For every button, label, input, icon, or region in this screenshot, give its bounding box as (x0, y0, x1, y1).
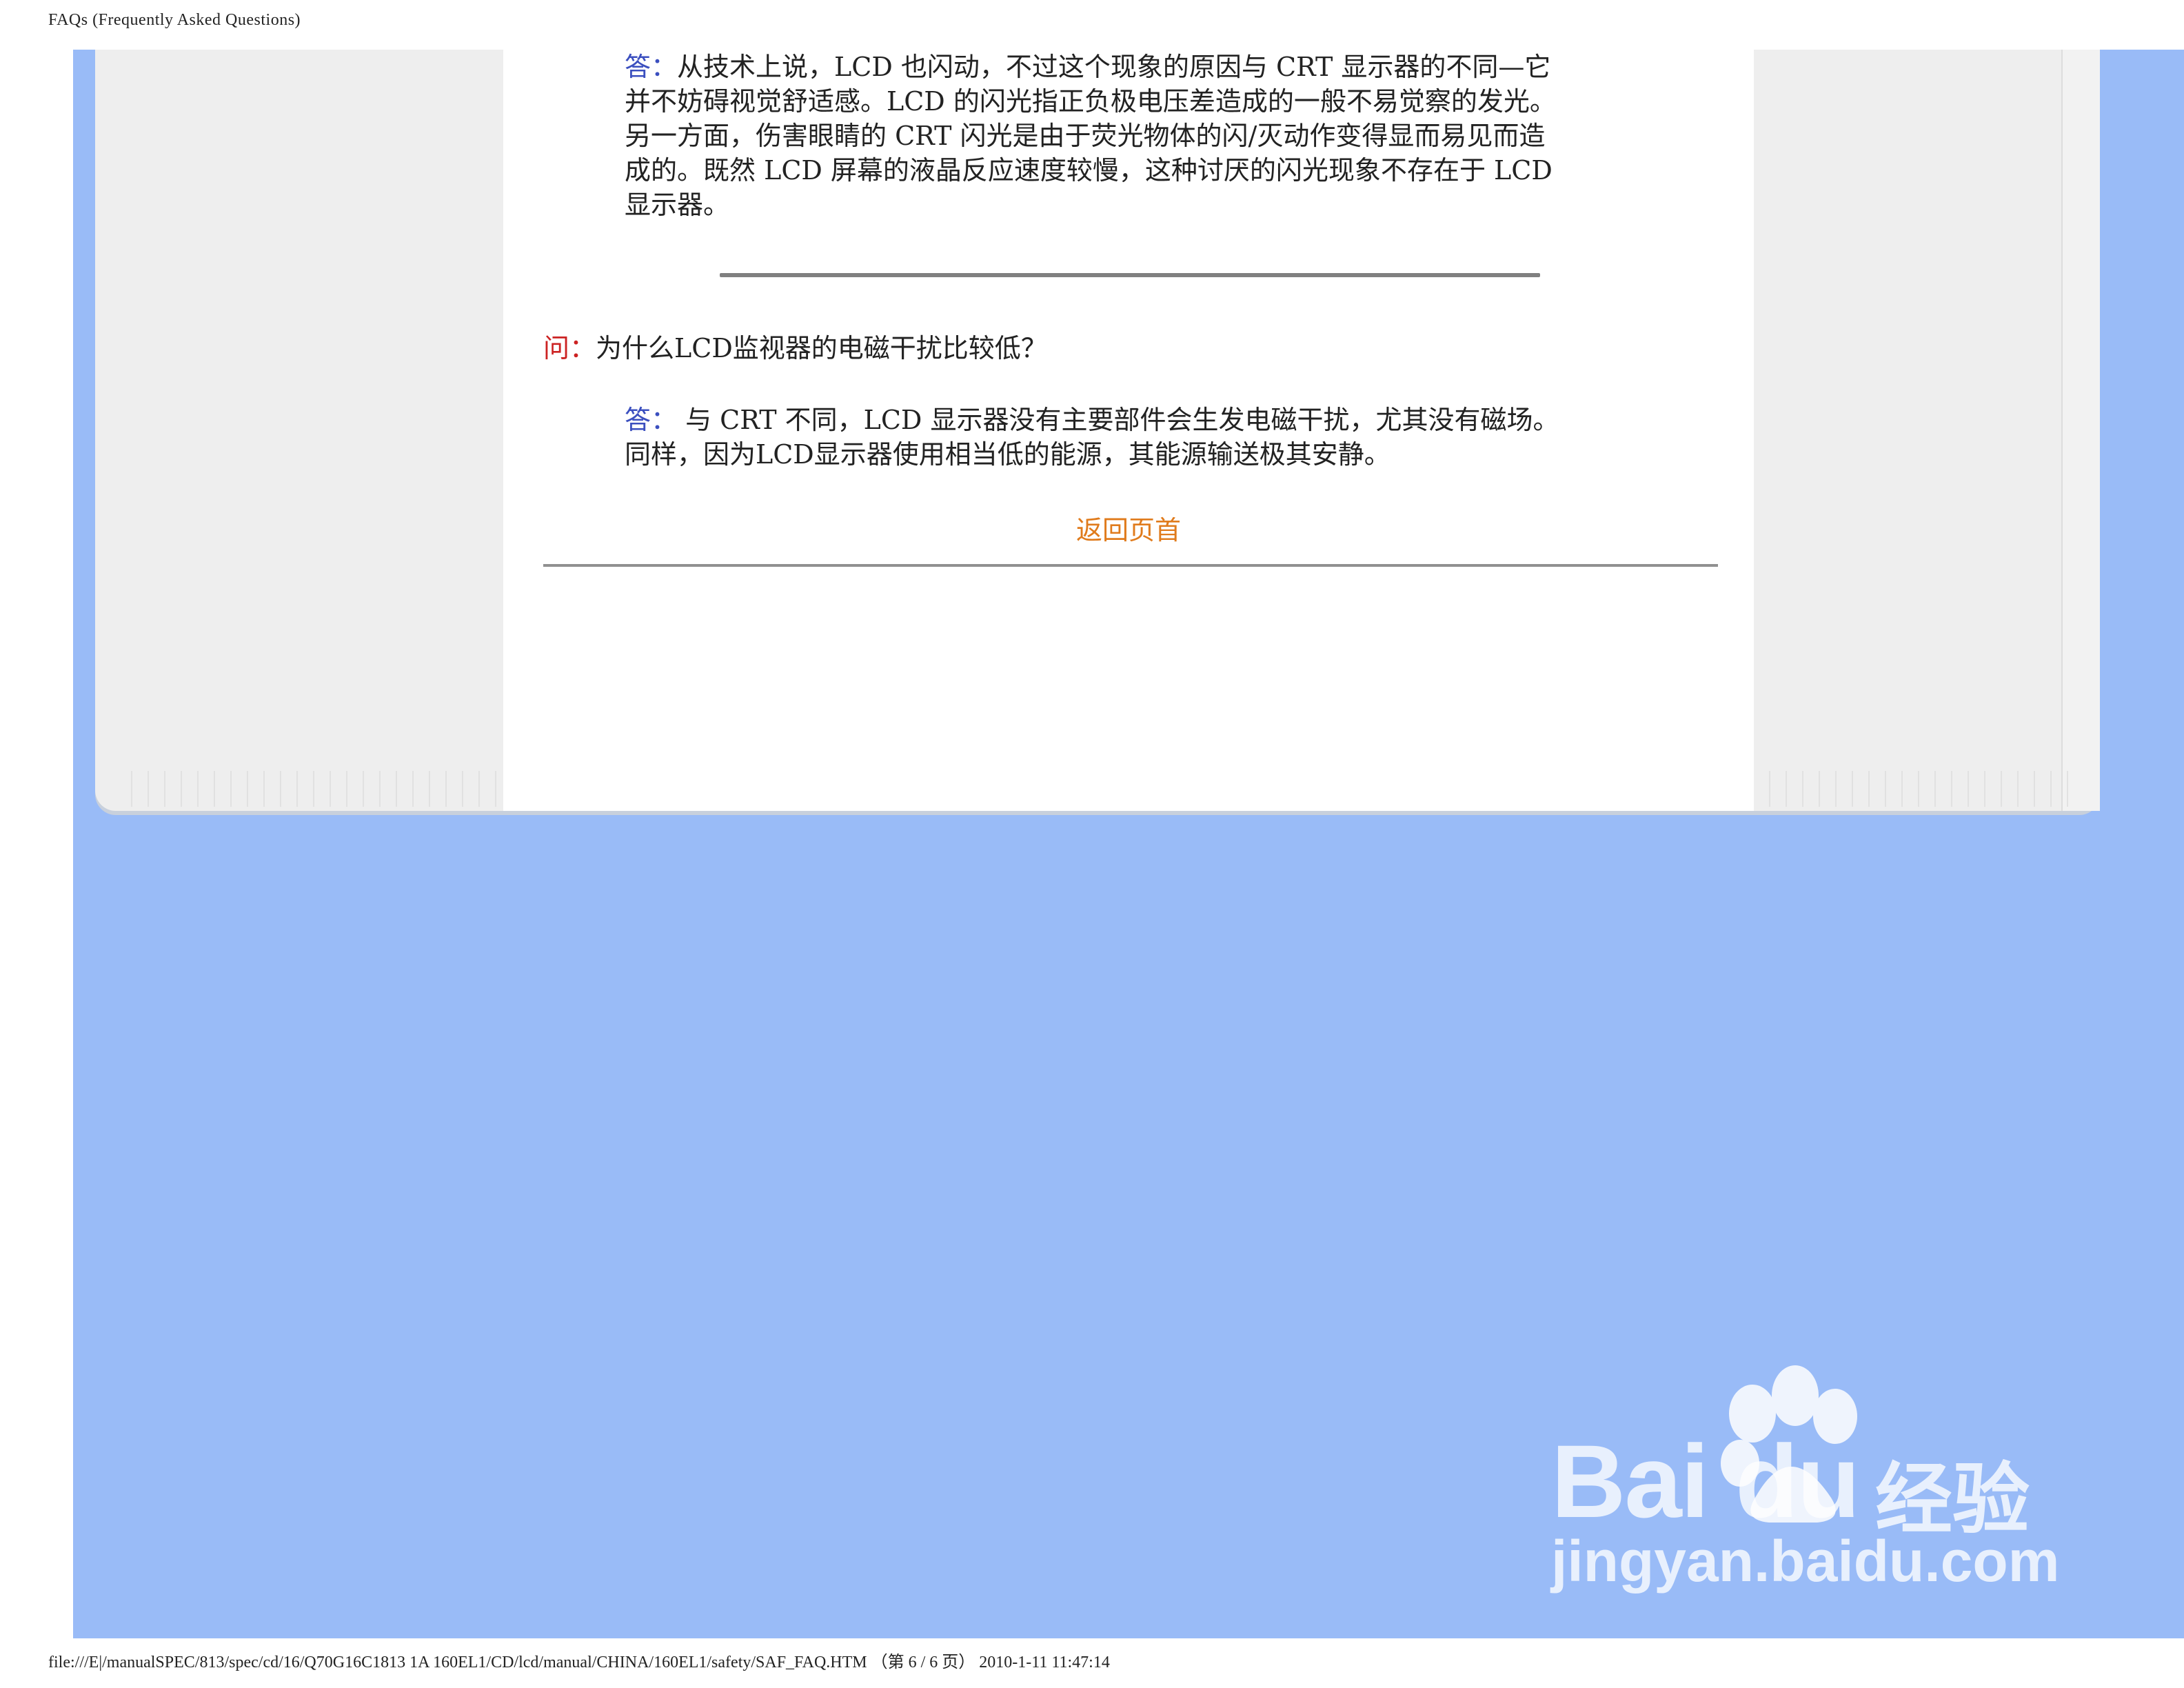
answer-1-line-5: 显示器。 (625, 190, 730, 220)
answer-1-text-1: 从技术上说，LCD 也闪动，不过这个现象的原因与 CRT 显示器的不同—它 (677, 52, 1551, 82)
back-to-top-link[interactable]: 返回页首 (503, 513, 1754, 547)
baidu-watermark: Bai du 经验 jingyan.baidu.com (1551, 1360, 2061, 1608)
answer-2-tag: 答： (625, 405, 678, 435)
answer-2-text-1: 与 CRT 不同，LCD 显示器没有主要部件会生发电磁干扰，尤其没有磁场。 (677, 405, 1559, 435)
panel-right-strip (2061, 50, 2100, 811)
question-2-text: 为什么LCD监视器的电磁干扰比较低？ (596, 333, 1047, 363)
watermark-domain: jingyan.baidu.com (1551, 1529, 2060, 1594)
footer-datetime: 2010-1-11 11:47:14 (979, 1654, 1110, 1671)
answer-1-line-2: 并不妨碍视觉舒适感。LCD 的闪光指正负极电压差造成的一般不易觉察的发光。 (625, 86, 1556, 117)
section-divider (720, 273, 1540, 277)
bottom-divider (543, 564, 1718, 567)
watermark-brand: Bai du (1551, 1423, 1860, 1539)
answer-1-line-3: 另一方面，伤害眼睛的 CRT 闪光是由于荧光物体的闪/灭动作变得显而易见而造 (625, 121, 1546, 151)
page-footer: file:///E|/manualSPEC/813/spec/cd/16/Q70… (48, 1648, 1110, 1672)
answer-1-tag: 答： (625, 52, 678, 82)
answer-1: 答：从技术上说，LCD 也闪动，不过这个现象的原因与 CRT 显示器的不同—它 … (625, 50, 1631, 222)
back-to-top-label[interactable]: 返回页首 (1076, 515, 1181, 545)
page-header-title: FAQs (Frequently Asked Questions) (48, 11, 301, 29)
question-2-tag: 问： (543, 333, 596, 363)
footer-file-path: file:///E|/manualSPEC/813/spec/cd/16/Q70… (48, 1654, 867, 1671)
faq-content: 答：从技术上说，LCD 也闪动，不过这个现象的原因与 CRT 显示器的不同—它 … (503, 50, 1754, 811)
answer-2: 答： 与 CRT 不同，LCD 显示器没有主要部件会生发电磁干扰，尤其没有磁场。… (625, 403, 1631, 472)
question-2: 问：为什么LCD监视器的电磁干扰比较低？ (543, 331, 1047, 365)
answer-2-line-1: 答： 与 CRT 不同，LCD 显示器没有主要部件会生发电磁干扰，尤其没有磁场。 (625, 403, 1631, 437)
answer-1-line-4: 成的。既然 LCD 屏幕的液晶反应速度较慢，这种讨厌的闪光现象不存在于 LCD (625, 155, 1553, 185)
answer-2-line-2: 同样，因为LCD显示器使用相当低的能源，其能源输送极其安静。 (625, 439, 1391, 470)
footer-page-number: （第 6 / 6 页） (871, 1654, 975, 1671)
answer-1-line-1: 答：从技术上说，LCD 也闪动，不过这个现象的原因与 CRT 显示器的不同—它 (625, 50, 1631, 84)
